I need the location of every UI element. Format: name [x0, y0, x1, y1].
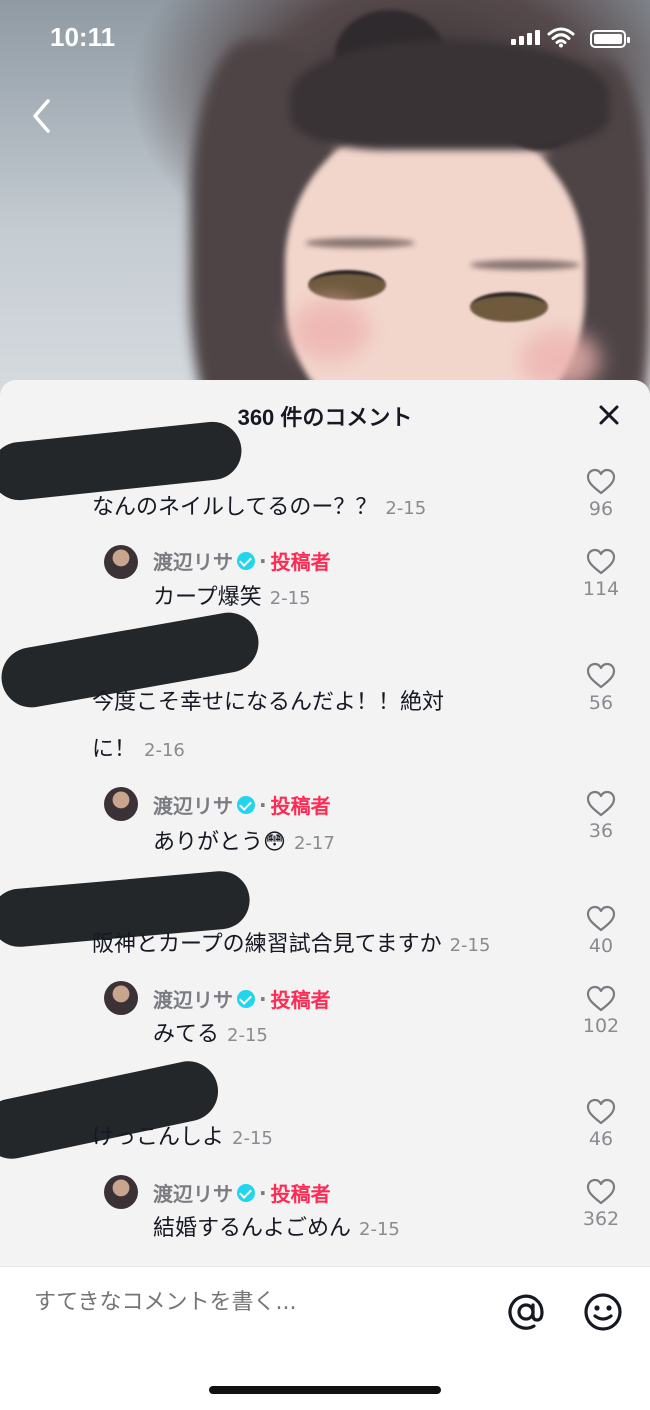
- heart-icon: [586, 905, 616, 932]
- eye-left: [308, 270, 386, 300]
- reply-author[interactable]: 渡辺リサ · 投稿者: [153, 984, 331, 1013]
- heart-icon: [586, 468, 616, 495]
- close-icon[interactable]: [596, 402, 622, 428]
- eye-right: [470, 292, 548, 322]
- heart-icon: [586, 1098, 616, 1125]
- home-indicator[interactable]: [209, 1386, 441, 1394]
- like-button[interactable]: 46: [576, 1098, 626, 1150]
- comment-text: 阪神とカープの練習試合見てますか 2-15: [92, 932, 491, 957]
- emoji-icon[interactable]: [582, 1291, 624, 1333]
- reply-text: 結婚するんよごめん 2-15: [153, 1216, 400, 1241]
- verified-icon: [237, 989, 255, 1008]
- verified-icon: [237, 1183, 255, 1202]
- comment-text: けっこんしよ 2-15: [92, 1125, 273, 1150]
- like-button[interactable]: 40: [576, 905, 626, 957]
- author-badge: 投稿者: [270, 550, 331, 574]
- like-button[interactable]: 56: [576, 662, 626, 714]
- status-bar: 10:11: [0, 0, 650, 80]
- heart-icon: [586, 790, 616, 817]
- like-button[interactable]: 114: [576, 548, 626, 600]
- cheek-left: [290, 300, 370, 360]
- like-button[interactable]: 102: [576, 985, 626, 1037]
- brow-left: [305, 238, 415, 248]
- brow-right: [470, 260, 580, 270]
- author-badge: 投稿者: [270, 988, 331, 1012]
- comment-count-title: 360 件のコメント: [237, 405, 413, 430]
- avatar[interactable]: [104, 545, 138, 579]
- heart-icon: [586, 662, 616, 689]
- reply-author[interactable]: 渡辺リサ · 投稿者: [153, 546, 331, 575]
- back-chevron-left-icon[interactable]: [28, 96, 58, 136]
- comment-input[interactable]: [32, 1289, 456, 1316]
- reply-text: ありがとう😳 2-17: [153, 830, 335, 855]
- wifi-icon: [547, 27, 575, 48]
- like-button[interactable]: 362: [576, 1178, 626, 1230]
- like-button[interactable]: 96: [576, 468, 626, 520]
- author-badge: 投稿者: [270, 794, 331, 818]
- verified-icon: [237, 795, 255, 814]
- avatar[interactable]: [104, 1175, 138, 1209]
- heart-icon: [586, 548, 616, 575]
- avatar[interactable]: [104, 787, 138, 821]
- reply-author[interactable]: 渡辺リサ · 投稿者: [153, 1178, 331, 1207]
- reply-author[interactable]: 渡辺リサ · 投稿者: [153, 790, 331, 819]
- verified-icon: [237, 551, 255, 570]
- comment-text: 今度こそ幸せになるんだよ！！絶対: [92, 690, 445, 715]
- author-badge: 投稿者: [270, 1182, 331, 1206]
- comment-text-continued: に！ 2-16: [92, 737, 185, 762]
- comment-sheet: 360 件のコメント なんのネイルしてるのー？？ 2-15 96 渡辺リサ · 投稿者…: [0, 380, 650, 1409]
- signal-icon: [511, 30, 540, 45]
- status-time: 10:11: [50, 22, 116, 52]
- heart-icon: [586, 1178, 616, 1205]
- heart-icon: [586, 985, 616, 1012]
- like-button[interactable]: 36: [576, 790, 626, 842]
- reply-text: みてる 2-15: [153, 1022, 268, 1047]
- at-icon[interactable]: [505, 1291, 547, 1333]
- comment-text: なんのネイルしてるのー？？ 2-15: [92, 495, 427, 520]
- avatar[interactable]: [104, 981, 138, 1015]
- battery-icon: [590, 30, 630, 48]
